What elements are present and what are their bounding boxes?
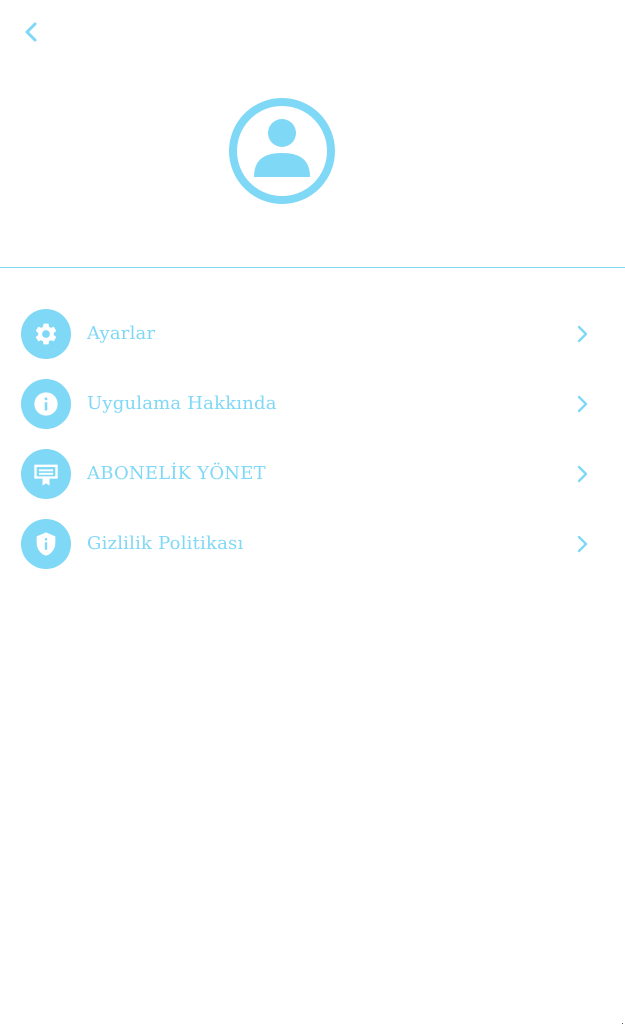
chevron-right-icon: [570, 532, 594, 556]
menu-item-about[interactable]: Uygulama Hakkında: [0, 369, 625, 439]
menu-item-label: ABONELİK YÖNET: [87, 463, 266, 484]
account-circle-icon: [229, 98, 335, 204]
header-divider: [0, 267, 625, 268]
menu-list: Ayarlar Uygulama Hakkında ABONELİK YÖNET…: [0, 299, 625, 579]
menu-item-privacy[interactable]: Gizlilik Politikası: [0, 509, 625, 579]
avatar[interactable]: [227, 97, 337, 207]
chevron-right-icon: [570, 462, 594, 486]
shield-info-icon: [21, 519, 71, 569]
menu-item-label: Uygulama Hakkında: [87, 393, 277, 414]
chevron-left-icon: [25, 22, 37, 42]
menu-item-label: Gizlilik Politikası: [87, 533, 244, 554]
menu-item-settings[interactable]: Ayarlar: [0, 299, 625, 369]
corner-dot: [622, 1023, 623, 1024]
subscription-card-icon: [21, 449, 71, 499]
menu-item-label: Ayarlar: [87, 323, 156, 344]
info-icon: [21, 379, 71, 429]
chevron-right-icon: [570, 322, 594, 346]
menu-item-subscription[interactable]: ABONELİK YÖNET: [0, 439, 625, 509]
gear-icon: [21, 309, 71, 359]
chevron-right-icon: [570, 392, 594, 416]
back-button[interactable]: [18, 18, 46, 46]
